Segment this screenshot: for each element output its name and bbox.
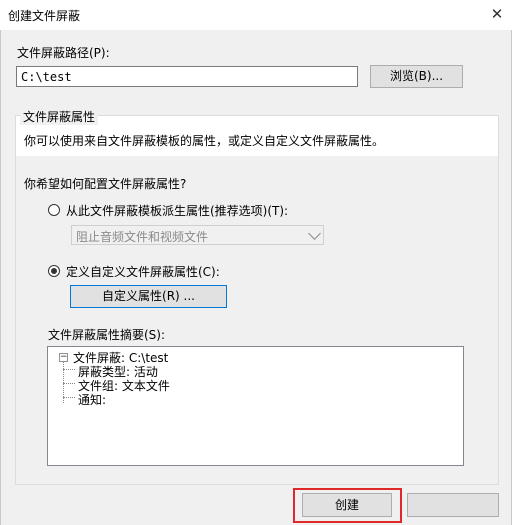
chevron-down-icon [308, 227, 321, 240]
template-select[interactable]: 阻止音频文件和视频文件 [71, 225, 324, 245]
tree-connector-1 [63, 369, 75, 370]
template-select-value: 阻止音频文件和视频文件 [76, 230, 209, 244]
tree-connector-3 [63, 397, 75, 398]
custom-properties-button[interactable]: 自定义属性(R) ... [70, 285, 227, 308]
radio-custom[interactable] [48, 265, 60, 277]
collapse-icon[interactable]: − [59, 353, 68, 362]
browse-button[interactable]: 浏览(B)... [370, 65, 463, 88]
window-title: 创建文件屏蔽 [8, 9, 81, 23]
path-label: 文件屏蔽路径(P): [17, 46, 110, 60]
radio-custom-selected-dot [51, 268, 57, 274]
create-button[interactable]: 创建 [302, 493, 392, 517]
radio-template[interactable] [48, 204, 60, 216]
properties-description: 你可以使用来自文件屏蔽模板的属性，或定义自定义文件屏蔽属性。 [24, 134, 385, 148]
window-border-left [0, 30, 1, 525]
radio-custom-label[interactable]: 定义自定义文件屏蔽属性(C): [66, 263, 220, 280]
close-icon[interactable]: ✕ [486, 3, 508, 25]
cancel-button[interactable] [407, 493, 499, 517]
summary-tree[interactable]: − 文件屏蔽: C:\test 屏蔽类型: 活动 文件组: 文本文件 通知: [47, 346, 464, 466]
radio-template-label[interactable]: 从此文件屏蔽模板派生属性(推荐选项)(T): [66, 202, 288, 219]
summary-label: 文件屏蔽属性摘要(S): [48, 328, 166, 342]
properties-group-label: 文件屏蔽属性 [20, 108, 99, 125]
tree-item: 通知: [78, 393, 107, 407]
configure-question: 你希望如何配置文件屏蔽属性? [24, 177, 187, 191]
path-input[interactable]: C:\test [16, 66, 358, 87]
tree-connector-2 [63, 383, 75, 384]
